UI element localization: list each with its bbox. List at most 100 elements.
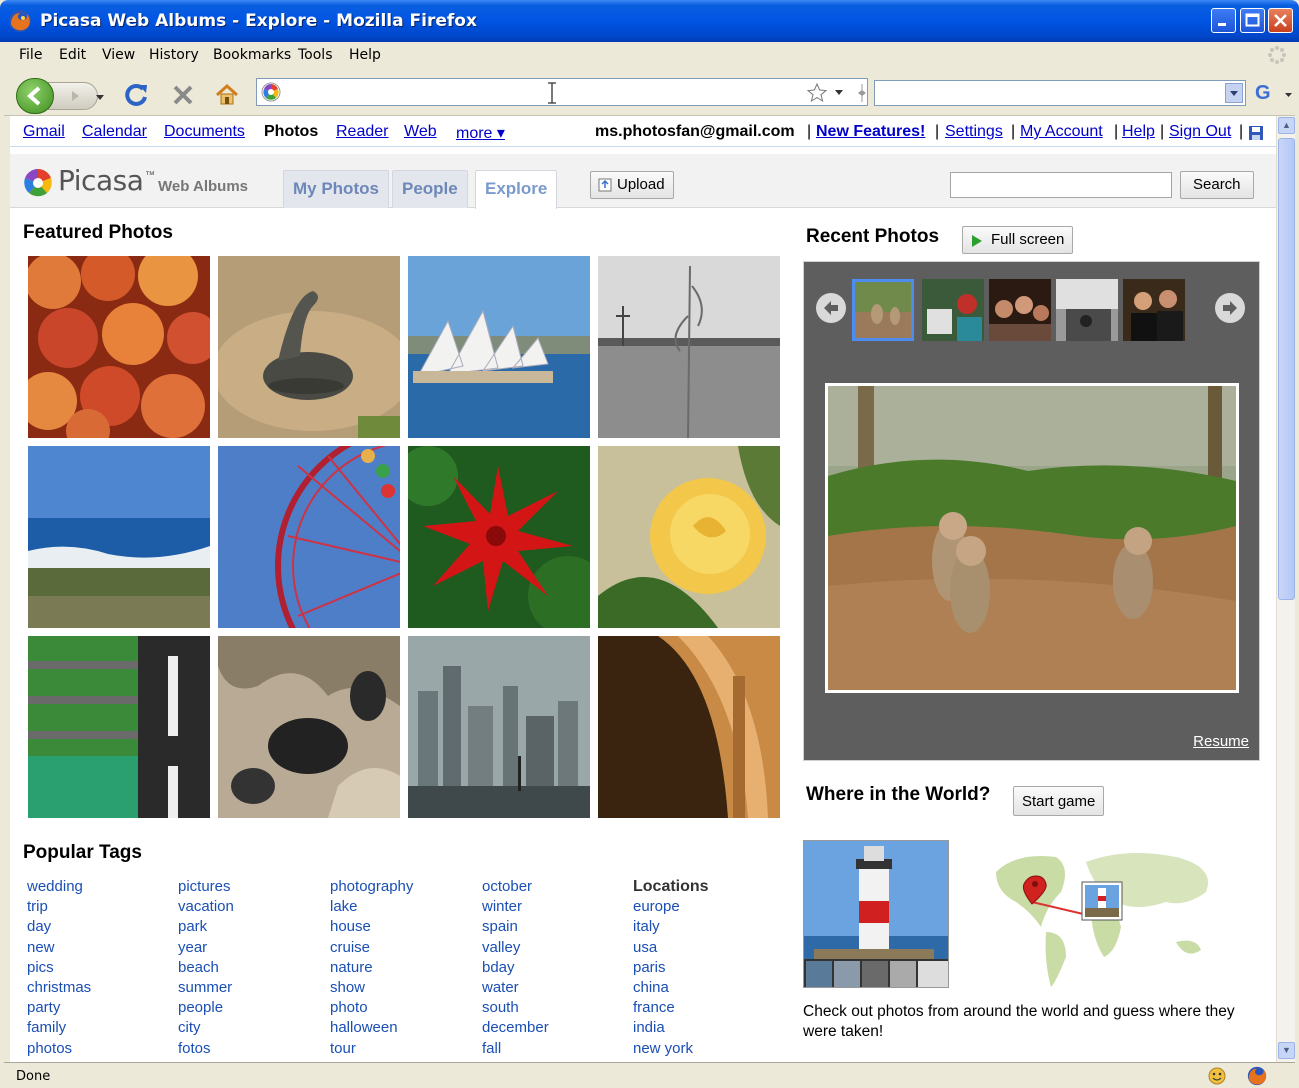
gbar-sign-out[interactable]: Sign Out	[1169, 123, 1231, 141]
home-icon[interactable]	[214, 82, 240, 108]
recent-thumb-group[interactable]	[989, 279, 1051, 341]
forward-button[interactable]	[48, 82, 98, 110]
gbar-gmail[interactable]: Gmail	[23, 123, 65, 141]
scroll-thumb[interactable]	[1278, 138, 1295, 600]
gbar-calendar[interactable]: Calendar	[82, 123, 147, 141]
tag-link[interactable]: december	[482, 1019, 632, 1039]
search-button[interactable]: Search	[1180, 171, 1254, 199]
addon-smiley-icon[interactable]	[1207, 1066, 1227, 1086]
menu-history[interactable]: History	[149, 47, 199, 63]
featured-photo-yellow-rose[interactable]	[598, 446, 780, 628]
recent-thumb-interior[interactable]	[1056, 279, 1118, 341]
recent-photo-main[interactable]	[825, 383, 1239, 693]
featured-photo-red-dahlia[interactable]	[408, 446, 590, 628]
upload-button[interactable]: Upload	[590, 171, 674, 199]
tag-link[interactable]: winter	[482, 898, 632, 918]
stop-icon[interactable]	[171, 83, 195, 107]
tag-link[interactable]: nature	[330, 959, 480, 979]
recent-thumb-men[interactable]	[1123, 279, 1185, 341]
menu-file[interactable]: File	[19, 47, 42, 63]
featured-photo-peaches[interactable]	[28, 256, 210, 438]
tag-link[interactable]: house	[330, 918, 480, 938]
recent-thumb-monkeys[interactable]	[852, 279, 914, 341]
tag-link[interactable]: october	[482, 878, 632, 898]
tag-link[interactable]: christmas	[27, 979, 177, 999]
location-link[interactable]: india	[633, 1019, 783, 1039]
maximize-button[interactable]	[1240, 8, 1265, 33]
featured-photo-rock-formation[interactable]	[218, 636, 400, 818]
tag-link[interactable]: fotos	[178, 1040, 328, 1060]
world-photo-lighthouse[interactable]	[803, 840, 949, 988]
location-link[interactable]: france	[633, 999, 783, 1019]
tag-link[interactable]: vacation	[178, 898, 328, 918]
tag-link[interactable]: halloween	[330, 1019, 480, 1039]
tag-link[interactable]: beach	[178, 959, 328, 979]
tab-explore[interactable]: Explore	[475, 170, 558, 209]
world-map[interactable]	[976, 832, 1226, 992]
tag-link[interactable]: tour	[330, 1040, 480, 1060]
tag-link[interactable]: fall	[482, 1040, 632, 1060]
close-window-button[interactable]	[1268, 8, 1293, 33]
google-search-icon[interactable]: G	[1255, 82, 1271, 105]
menu-edit[interactable]: Edit	[59, 47, 86, 63]
tag-link[interactable]: south	[482, 999, 632, 1019]
tag-link[interactable]: party	[27, 999, 177, 1019]
tag-link[interactable]: lake	[330, 898, 480, 918]
location-link[interactable]: italy	[633, 918, 783, 938]
save-icon[interactable]	[1248, 125, 1264, 141]
location-link[interactable]: paris	[633, 959, 783, 979]
tag-link[interactable]: day	[27, 918, 177, 938]
menu-help[interactable]: Help	[349, 47, 381, 63]
menu-bookmarks[interactable]: Bookmarks	[213, 47, 291, 63]
tag-link[interactable]: year	[178, 939, 328, 959]
minimize-button[interactable]	[1211, 8, 1236, 33]
tab-people[interactable]: People	[392, 170, 468, 208]
location-link[interactable]: china	[633, 979, 783, 999]
tag-link[interactable]: show	[330, 979, 480, 999]
back-button[interactable]	[16, 78, 54, 114]
firefox-status-icon[interactable]	[1246, 1065, 1268, 1087]
splitter-icon[interactable]	[855, 82, 869, 104]
tag-link[interactable]: photos	[27, 1040, 177, 1060]
featured-photo-arches[interactable]	[598, 636, 780, 818]
search-menu-icon[interactable]	[1285, 93, 1293, 98]
tag-link[interactable]: spain	[482, 918, 632, 938]
tag-link[interactable]: cruise	[330, 939, 480, 959]
previous-arrow-button[interactable]	[816, 293, 846, 323]
resume-link[interactable]: Resume	[1193, 733, 1249, 750]
gbar-help[interactable]: Help	[1122, 123, 1155, 141]
gbar-my-account[interactable]: My Account	[1020, 123, 1103, 141]
url-dropdown-icon[interactable]	[835, 90, 844, 96]
tag-link[interactable]: trip	[27, 898, 177, 918]
full-screen-button[interactable]: Full screen	[962, 226, 1074, 254]
menu-view[interactable]: View	[102, 47, 135, 63]
tab-my-photos[interactable]: My Photos	[283, 170, 389, 208]
reload-icon[interactable]	[124, 82, 150, 108]
gbar-new-features[interactable]: New Features!	[816, 123, 925, 141]
featured-photo-tortoise[interactable]	[218, 256, 400, 438]
page-scrollbar[interactable]: ▲ ▼	[1276, 116, 1295, 1062]
tag-link[interactable]: photography	[330, 878, 480, 898]
tag-link[interactable]: valley	[482, 939, 632, 959]
featured-photo-green-wall[interactable]	[28, 636, 210, 818]
next-arrow-button[interactable]	[1215, 293, 1245, 323]
tag-link[interactable]: photo	[330, 999, 480, 1019]
bookmark-star-icon[interactable]	[807, 83, 827, 103]
tag-link[interactable]: pics	[27, 959, 177, 979]
tag-link[interactable]: park	[178, 918, 328, 938]
tag-link[interactable]: people	[178, 999, 328, 1019]
gbar-documents[interactable]: Documents	[164, 123, 245, 141]
tag-link[interactable]: water	[482, 979, 632, 999]
photo-search-input[interactable]	[950, 172, 1172, 198]
tag-link[interactable]: bday	[482, 959, 632, 979]
featured-photo-opera-house[interactable]	[408, 256, 590, 438]
location-link[interactable]: usa	[633, 939, 783, 959]
scroll-down-arrow[interactable]: ▼	[1278, 1042, 1295, 1059]
tag-link[interactable]: family	[27, 1019, 177, 1039]
featured-photo-seashore[interactable]	[28, 446, 210, 628]
location-link[interactable]: new york	[633, 1040, 783, 1060]
gbar-web[interactable]: Web	[404, 123, 437, 141]
gbar-settings[interactable]: Settings	[945, 123, 1003, 141]
location-link[interactable]: europe	[633, 898, 783, 918]
featured-photo-city-skyline[interactable]	[408, 636, 590, 818]
